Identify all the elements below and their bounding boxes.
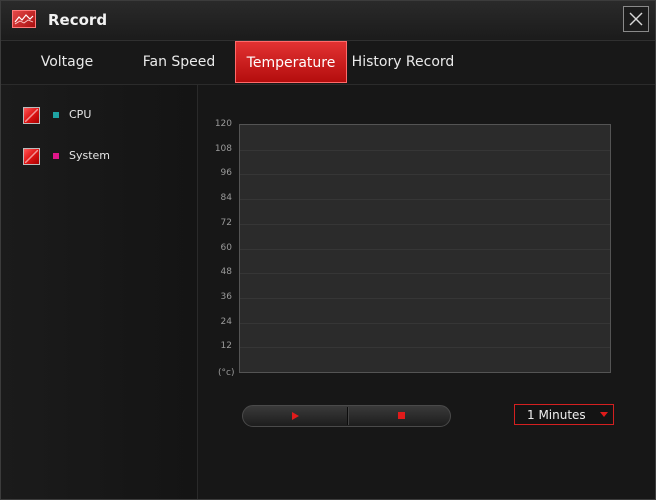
gridline — [240, 249, 610, 250]
gridline — [240, 347, 610, 348]
y-tick-label: 96 — [220, 168, 232, 178]
title-bar[interactable]: Record — [1, 1, 655, 41]
record-controls — [242, 405, 451, 427]
y-tick-label: 108 — [214, 144, 232, 154]
y-tick-label: 36 — [220, 292, 232, 302]
gridline — [240, 323, 610, 324]
stop-icon — [398, 412, 405, 419]
y-tick-label: 48 — [220, 267, 232, 277]
y-tick-label: 60 — [220, 243, 232, 253]
window-title: Record — [48, 11, 108, 29]
y-tick-label: 72 — [220, 218, 232, 228]
gridline — [240, 224, 610, 225]
y-axis-unit-label: (°c) — [218, 368, 235, 378]
play-button[interactable] — [243, 406, 346, 426]
cpu-label: CPU — [69, 108, 92, 121]
interval-select-value: 1 Minutes — [527, 408, 586, 422]
close-button[interactable] — [623, 6, 649, 32]
tab-bar: Voltage Fan Speed Temperature History Re… — [1, 41, 655, 85]
legend-panel: CPU System — [1, 85, 198, 499]
gridline — [240, 150, 610, 151]
y-tick-label: 84 — [220, 193, 232, 203]
tab-temperature[interactable]: Temperature — [235, 41, 347, 83]
gridline — [240, 273, 610, 274]
cpu-checkbox[interactable] — [23, 107, 40, 124]
y-tick-label: 120 — [214, 119, 232, 129]
stop-button[interactable] — [348, 406, 451, 426]
gridline — [240, 298, 610, 299]
y-tick-label: 12 — [220, 341, 232, 351]
tab-history-record[interactable]: History Record — [349, 41, 457, 83]
record-window: Record Voltage Fan Speed Temperature His… — [0, 0, 656, 500]
chart-record-icon — [12, 10, 36, 28]
gridline — [240, 199, 610, 200]
y-tick-label: 24 — [220, 317, 232, 327]
play-icon — [292, 412, 299, 420]
tab-voltage[interactable]: Voltage — [15, 41, 119, 83]
gridline — [240, 174, 610, 175]
tab-fan-speed[interactable]: Fan Speed — [127, 41, 231, 83]
system-checkbox[interactable] — [23, 148, 40, 165]
cpu-color-swatch — [53, 112, 59, 118]
close-icon — [629, 12, 643, 26]
temperature-plot-area — [239, 124, 611, 373]
interval-select[interactable]: 1 Minutes — [514, 404, 614, 425]
system-color-swatch — [53, 153, 59, 159]
system-label: System — [69, 149, 111, 162]
chevron-down-icon — [600, 412, 608, 417]
